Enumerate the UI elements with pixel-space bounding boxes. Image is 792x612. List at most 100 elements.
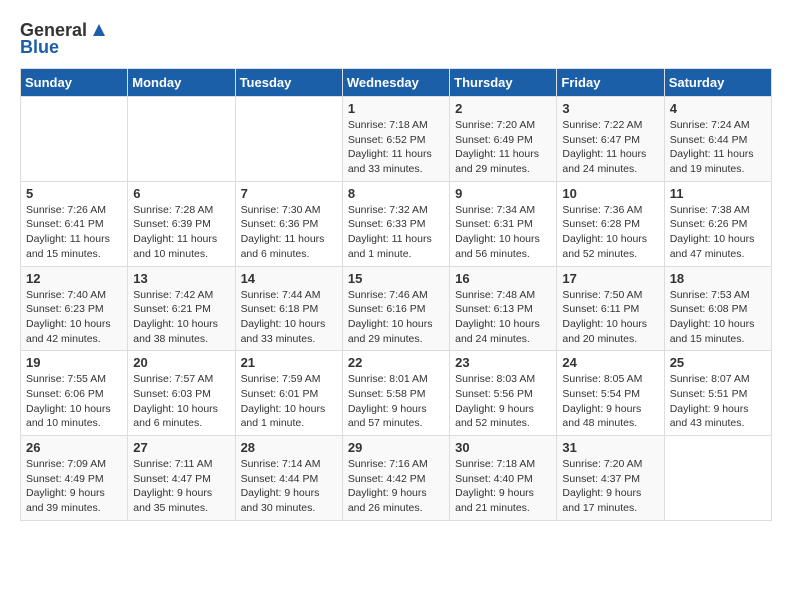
day-number: 9 [455, 186, 551, 201]
calendar-cell: 11 Sunrise: 7:38 AM Sunset: 6:26 PM Dayli… [664, 181, 771, 266]
calendar-cell: 16 Sunrise: 7:48 AM Sunset: 6:13 PM Dayli… [450, 266, 557, 351]
calendar-cell: 26 Sunrise: 7:09 AM Sunset: 4:49 PM Dayli… [21, 436, 128, 521]
calendar-cell: 25Sunrise: 8:07 AM Sunset: 5:51 PM Dayli… [664, 351, 771, 436]
calendar-cell: 27 Sunrise: 7:11 AM Sunset: 4:47 PM Dayli… [128, 436, 235, 521]
calendar-header-row: SundayMondayTuesdayWednesdayThursdayFrid… [21, 69, 772, 97]
day-number: 23 [455, 355, 551, 370]
calendar-cell: 17Sunrise: 7:50 AM Sunset: 6:11 PM Dayli… [557, 266, 664, 351]
day-info: Sunrise: 7:26 AM Sunset: 6:41 PM Dayligh… [26, 203, 122, 262]
day-number: 24 [562, 355, 658, 370]
day-info: Sunrise: 7:28 AM Sunset: 6:39 PM Dayligh… [133, 203, 229, 262]
calendar-cell: 22 Sunrise: 8:01 AM Sunset: 5:58 PM Dayli… [342, 351, 449, 436]
day-info: Sunrise: 7:34 AM Sunset: 6:31 PM Dayligh… [455, 203, 551, 262]
calendar-cell: 30 Sunrise: 7:18 AM Sunset: 4:40 PM Dayli… [450, 436, 557, 521]
day-of-week-header: Friday [557, 69, 664, 97]
day-info: Sunrise: 7:11 AM Sunset: 4:47 PM Dayligh… [133, 457, 229, 516]
header: General Blue [20, 20, 772, 58]
day-number: 13 [133, 271, 229, 286]
day-info: Sunrise: 7:24 AM Sunset: 6:44 PM Dayligh… [670, 118, 766, 177]
logo-arrow-icon [89, 20, 109, 40]
day-number: 3 [562, 101, 658, 116]
calendar-cell: 9 Sunrise: 7:34 AM Sunset: 6:31 PM Daylig… [450, 181, 557, 266]
day-info: Sunrise: 7:20 AM Sunset: 4:37 PM Dayligh… [562, 457, 658, 516]
calendar-cell: 29 Sunrise: 7:16 AM Sunset: 4:42 PM Dayli… [342, 436, 449, 521]
day-number: 7 [241, 186, 337, 201]
day-number: 12 [26, 271, 122, 286]
day-info: Sunrise: 8:05 AM Sunset: 5:54 PM Dayligh… [562, 372, 658, 431]
day-info: Sunrise: 7:18 AM Sunset: 4:40 PM Dayligh… [455, 457, 551, 516]
day-number: 20 [133, 355, 229, 370]
day-number: 30 [455, 440, 551, 455]
day-number: 5 [26, 186, 122, 201]
day-info: Sunrise: 7:44 AM Sunset: 6:18 PM Dayligh… [241, 288, 337, 347]
day-of-week-header: Thursday [450, 69, 557, 97]
calendar-cell: 21Sunrise: 7:59 AM Sunset: 6:01 PM Dayli… [235, 351, 342, 436]
day-number: 8 [348, 186, 444, 201]
day-number: 14 [241, 271, 337, 286]
calendar-cell [235, 97, 342, 182]
calendar-cell [21, 97, 128, 182]
calendar-cell: 10 Sunrise: 7:36 AM Sunset: 6:28 PM Dayli… [557, 181, 664, 266]
day-number: 16 [455, 271, 551, 286]
day-number: 4 [670, 101, 766, 116]
day-info: Sunrise: 7:57 AM Sunset: 6:03 PM Dayligh… [133, 372, 229, 431]
calendar-cell: 14 Sunrise: 7:44 AM Sunset: 6:18 PM Dayli… [235, 266, 342, 351]
day-info: Sunrise: 7:16 AM Sunset: 4:42 PM Dayligh… [348, 457, 444, 516]
day-number: 15 [348, 271, 444, 286]
calendar-cell [664, 436, 771, 521]
day-number: 25 [670, 355, 766, 370]
day-of-week-header: Monday [128, 69, 235, 97]
calendar-cell: 24 Sunrise: 8:05 AM Sunset: 5:54 PM Dayli… [557, 351, 664, 436]
calendar-cell: 5 Sunrise: 7:26 AM Sunset: 6:41 PM Daylig… [21, 181, 128, 266]
day-number: 31 [562, 440, 658, 455]
calendar-cell: 15 Sunrise: 7:46 AM Sunset: 6:16 PM Dayli… [342, 266, 449, 351]
day-number: 21 [241, 355, 337, 370]
day-info: Sunrise: 7:20 AM Sunset: 6:49 PM Dayligh… [455, 118, 551, 177]
day-number: 10 [562, 186, 658, 201]
day-number: 22 [348, 355, 444, 370]
day-number: 29 [348, 440, 444, 455]
day-number: 27 [133, 440, 229, 455]
day-info: Sunrise: 7:14 AM Sunset: 4:44 PM Dayligh… [241, 457, 337, 516]
day-info: Sunrise: 7:55 AM Sunset: 6:06 PM Dayligh… [26, 372, 122, 431]
day-info: Sunrise: 8:01 AM Sunset: 5:58 PM Dayligh… [348, 372, 444, 431]
day-info: Sunrise: 8:03 AM Sunset: 5:56 PM Dayligh… [455, 372, 551, 431]
calendar-week-row: 19 Sunrise: 7:55 AM Sunset: 6:06 PM Dayli… [21, 351, 772, 436]
calendar-cell: 1Sunrise: 7:18 AM Sunset: 6:52 PM Daylig… [342, 97, 449, 182]
day-info: Sunrise: 7:42 AM Sunset: 6:21 PM Dayligh… [133, 288, 229, 347]
calendar-week-row: 26 Sunrise: 7:09 AM Sunset: 4:49 PM Dayli… [21, 436, 772, 521]
calendar-cell: 23 Sunrise: 8:03 AM Sunset: 5:56 PM Dayli… [450, 351, 557, 436]
logo: General Blue [20, 20, 109, 58]
day-number: 6 [133, 186, 229, 201]
calendar-cell: 6 Sunrise: 7:28 AM Sunset: 6:39 PM Daylig… [128, 181, 235, 266]
day-info: Sunrise: 7:09 AM Sunset: 4:49 PM Dayligh… [26, 457, 122, 516]
calendar-cell: 13 Sunrise: 7:42 AM Sunset: 6:21 PM Dayli… [128, 266, 235, 351]
day-number: 28 [241, 440, 337, 455]
calendar-week-row: 5 Sunrise: 7:26 AM Sunset: 6:41 PM Daylig… [21, 181, 772, 266]
calendar-cell: 12 Sunrise: 7:40 AM Sunset: 6:23 PM Dayli… [21, 266, 128, 351]
day-number: 19 [26, 355, 122, 370]
calendar-cell: 19 Sunrise: 7:55 AM Sunset: 6:06 PM Dayli… [21, 351, 128, 436]
calendar-cell [128, 97, 235, 182]
day-info: Sunrise: 7:40 AM Sunset: 6:23 PM Dayligh… [26, 288, 122, 347]
day-info: Sunrise: 7:32 AM Sunset: 6:33 PM Dayligh… [348, 203, 444, 262]
calendar-cell: 7 Sunrise: 7:30 AM Sunset: 6:36 PM Daylig… [235, 181, 342, 266]
logo-blue-text: Blue [20, 37, 59, 58]
calendar-week-row: 12 Sunrise: 7:40 AM Sunset: 6:23 PM Dayli… [21, 266, 772, 351]
day-info: Sunrise: 7:50 AM Sunset: 6:11 PM Dayligh… [562, 288, 658, 347]
day-number: 11 [670, 186, 766, 201]
day-info: Sunrise: 7:46 AM Sunset: 6:16 PM Dayligh… [348, 288, 444, 347]
day-info: Sunrise: 7:22 AM Sunset: 6:47 PM Dayligh… [562, 118, 658, 177]
day-of-week-header: Sunday [21, 69, 128, 97]
day-info: Sunrise: 7:36 AM Sunset: 6:28 PM Dayligh… [562, 203, 658, 262]
day-info: Sunrise: 7:18 AM Sunset: 6:52 PM Dayligh… [348, 118, 444, 177]
calendar-cell: 20 Sunrise: 7:57 AM Sunset: 6:03 PM Dayli… [128, 351, 235, 436]
day-info: Sunrise: 7:48 AM Sunset: 6:13 PM Dayligh… [455, 288, 551, 347]
day-of-week-header: Saturday [664, 69, 771, 97]
calendar-week-row: 1Sunrise: 7:18 AM Sunset: 6:52 PM Daylig… [21, 97, 772, 182]
day-info: Sunrise: 7:38 AM Sunset: 6:26 PM Dayligh… [670, 203, 766, 262]
calendar: SundayMondayTuesdayWednesdayThursdayFrid… [20, 68, 772, 521]
calendar-cell: 8 Sunrise: 7:32 AM Sunset: 6:33 PM Daylig… [342, 181, 449, 266]
day-info: Sunrise: 7:30 AM Sunset: 6:36 PM Dayligh… [241, 203, 337, 262]
day-number: 26 [26, 440, 122, 455]
